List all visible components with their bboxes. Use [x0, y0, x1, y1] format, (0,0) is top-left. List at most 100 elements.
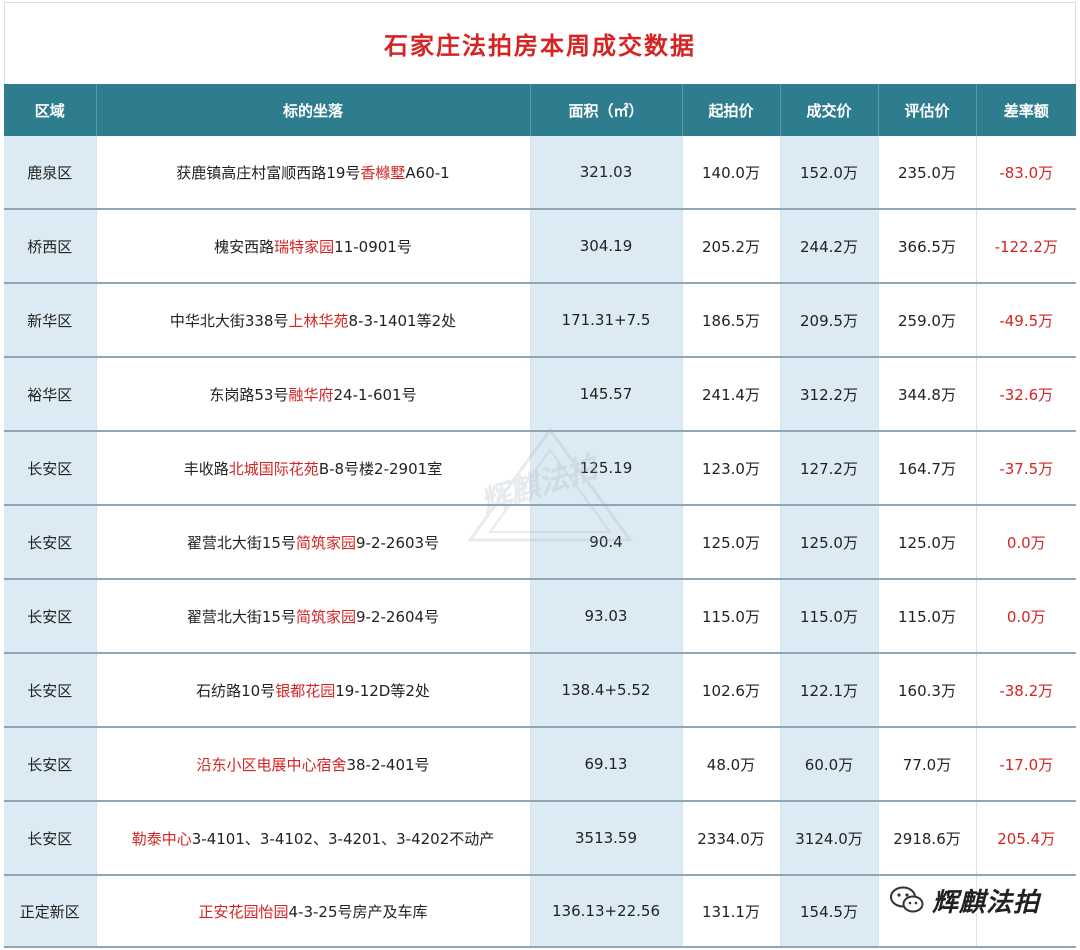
cell-difference: -38.2万 — [975, 653, 1076, 728]
cell-appraisal-price: 77.0万 — [877, 727, 976, 802]
table-row: 鹿泉区 获鹿镇高庄村富顺西路19号香橼墅A60-1 321.03 140.0万 … — [4, 136, 1076, 210]
header-area: 面积（㎡） — [529, 84, 682, 136]
brand-badge: 辉麒法拍 — [890, 880, 1040, 920]
cell-appraisal-price: 259.0万 — [877, 283, 976, 358]
header-difference: 差率额 — [975, 84, 1076, 136]
address-text: 槐安西路 — [214, 237, 275, 256]
header-start-price: 起拍价 — [681, 84, 780, 136]
header-deal-price: 成交价 — [779, 84, 878, 136]
address-unit: B-8号楼2-2901室 — [318, 459, 443, 478]
cell-appraisal-price: 125.0万 — [877, 505, 976, 580]
estate-name: 简筑家园 — [295, 533, 356, 552]
address-unit: 38-2-401号 — [346, 755, 430, 774]
address-unit: 9-2-2604号 — [356, 607, 440, 626]
cell-difference: -83.0万 — [975, 136, 1076, 210]
cell-district: 长安区 — [4, 727, 96, 802]
address-unit: 24-1-601号 — [333, 385, 417, 404]
table-row: 桥西区 槐安西路瑞特家园11-0901号 304.19 205.2万 244.2… — [4, 209, 1076, 284]
cell-start-price: 2334.0万 — [681, 801, 780, 876]
cell-district: 长安区 — [4, 579, 96, 654]
cell-difference: 205.4万 — [975, 801, 1076, 876]
cell-area: 304.19 — [529, 209, 682, 284]
table-row: 长安区 石纺路10号银都花园19-12D等2处 138.4+5.52 102.6… — [4, 653, 1076, 728]
cell-address: 槐安西路瑞特家园11-0901号 — [95, 209, 530, 284]
cell-difference: -122.2万 — [975, 209, 1076, 284]
title-bar: 石家庄法拍房本周成交数据 — [4, 2, 1076, 84]
estate-name: 上林华苑 — [288, 311, 349, 330]
cell-address: 丰收路北城国际花苑B-8号楼2-2901室 — [95, 431, 530, 506]
cell-difference: -37.5万 — [975, 431, 1076, 506]
address-unit: 9-2-2603号 — [356, 533, 440, 552]
address-text: 东岗路53号 — [209, 385, 289, 404]
cell-district: 桥西区 — [4, 209, 96, 284]
address-unit: 19-12D等2处 — [335, 681, 430, 700]
cell-difference: 0.0万 — [975, 579, 1076, 654]
cell-district: 鹿泉区 — [4, 136, 96, 210]
address-unit: 4-3-25号房产及车库 — [288, 902, 428, 921]
table-row: 新华区 中华北大街338号上林华苑8-3-1401等2处 171.31+7.5 … — [4, 283, 1076, 358]
address-text: 丰收路 — [183, 459, 229, 478]
cell-district: 长安区 — [4, 801, 96, 876]
table-row: 长安区 勒泰中心3-4101、3-4102、3-4201、3-4202不动产 3… — [4, 801, 1076, 876]
cell-start-price: 48.0万 — [681, 727, 780, 802]
cell-address: 勒泰中心3-4101、3-4102、3-4201、3-4202不动产 — [95, 801, 530, 876]
cell-deal-price: 209.5万 — [779, 283, 878, 358]
address-text: 中华北大街338号 — [169, 311, 289, 330]
estate-name: 瑞特家园 — [274, 237, 335, 256]
cell-start-price: 205.2万 — [681, 209, 780, 284]
address-text: 石纺路10号 — [196, 681, 276, 700]
cell-appraisal-price: 2918.6万 — [877, 801, 976, 876]
estate-name: 香橼墅 — [360, 163, 406, 182]
header-row: 区域 标的坐落 面积（㎡） 起拍价 成交价 评估价 差率额 — [4, 84, 1076, 136]
cell-area: 69.13 — [529, 727, 682, 802]
cell-deal-price: 125.0万 — [779, 505, 878, 580]
cell-deal-price: 127.2万 — [779, 431, 878, 506]
cell-deal-price: 152.0万 — [779, 136, 878, 210]
wechat-icon — [890, 886, 924, 913]
cell-difference: -17.0万 — [975, 727, 1076, 802]
estate-name: 勒泰中心 — [131, 829, 192, 848]
cell-area: 145.57 — [529, 357, 682, 432]
header-address: 标的坐落 — [95, 84, 530, 136]
estate-name: 融华府 — [288, 385, 334, 404]
cell-deal-price: 244.2万 — [779, 209, 878, 284]
cell-area: 3513.59 — [529, 801, 682, 876]
address-unit: 8-3-1401等2处 — [348, 311, 457, 330]
cell-area: 136.13+22.56 — [529, 875, 682, 948]
cell-address: 翟营北大街15号简筑家园9-2-2603号 — [95, 505, 530, 580]
cell-difference: -32.6万 — [975, 357, 1076, 432]
cell-address: 正安花园怡园4-3-25号房产及车库 — [95, 875, 530, 948]
cell-start-price: 102.6万 — [681, 653, 780, 728]
page: 石家庄法拍房本周成交数据 区域 标的坐落 面积（㎡） 起拍价 成交价 评估价 差… — [0, 0, 1080, 950]
table-row: 长安区 翟营北大街15号简筑家园9-2-2604号 93.03 115.0万 1… — [4, 579, 1076, 654]
cell-appraisal-price: 115.0万 — [877, 579, 976, 654]
cell-address: 获鹿镇高庄村富顺西路19号香橼墅A60-1 — [95, 136, 530, 210]
cell-district: 正定新区 — [4, 875, 96, 948]
cell-address: 中华北大街338号上林华苑8-3-1401等2处 — [95, 283, 530, 358]
address-unit: A60-1 — [405, 163, 450, 182]
cell-district: 裕华区 — [4, 357, 96, 432]
header-appraisal-price: 评估价 — [877, 84, 976, 136]
cell-area: 90.4 — [529, 505, 682, 580]
cell-district: 长安区 — [4, 653, 96, 728]
cell-deal-price: 60.0万 — [779, 727, 878, 802]
cell-appraisal-price: 160.3万 — [877, 653, 976, 728]
estate-name: 简筑家园 — [295, 607, 356, 626]
cell-start-price: 241.4万 — [681, 357, 780, 432]
cell-address: 沿东小区电展中心宿舍38-2-401号 — [95, 727, 530, 802]
address-text: 获鹿镇高庄村富顺西路19号 — [176, 163, 361, 182]
table-row: 裕华区 东岗路53号融华府24-1-601号 145.57 241.4万 312… — [4, 357, 1076, 432]
cell-appraisal-price: 344.8万 — [877, 357, 976, 432]
address-text: 翟营北大街15号 — [186, 533, 296, 552]
estate-name: 正安花园怡园 — [198, 902, 289, 921]
cell-deal-price: 115.0万 — [779, 579, 878, 654]
cell-start-price: 131.1万 — [681, 875, 780, 948]
table-row: 长安区 丰收路北城国际花苑B-8号楼2-2901室 125.19 123.0万 … — [4, 431, 1076, 506]
cell-start-price: 140.0万 — [681, 136, 780, 210]
cell-district: 长安区 — [4, 505, 96, 580]
cell-area: 321.03 — [529, 136, 682, 210]
cell-address: 东岗路53号融华府24-1-601号 — [95, 357, 530, 432]
cell-address: 石纺路10号银都花园19-12D等2处 — [95, 653, 530, 728]
address-unit: 11-0901号 — [334, 237, 412, 256]
cell-start-price: 123.0万 — [681, 431, 780, 506]
